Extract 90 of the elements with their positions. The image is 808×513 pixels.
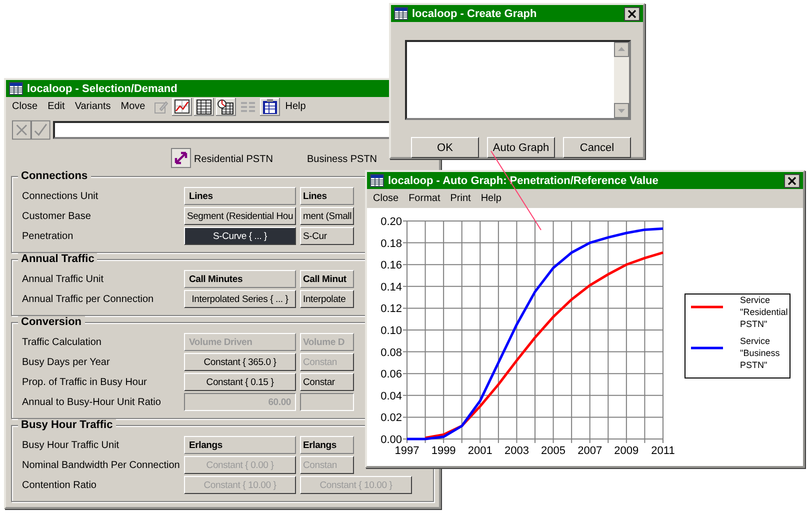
menu-item[interactable]: Print: [446, 193, 477, 204]
axis-tick-label: 0.06: [380, 368, 402, 381]
scroll-down-button[interactable]: [614, 103, 629, 118]
row-label: Contention Ratio: [21, 480, 98, 490]
dialog-button[interactable]: Auto Graph: [487, 137, 555, 158]
legend-label: Service "Residential PSTN": [740, 295, 788, 329]
menu-item[interactable]: Close: [369, 193, 405, 204]
row-label: Annual Traffic per Connection: [21, 294, 155, 304]
menu-item[interactable]: Help: [281, 101, 312, 112]
axis-tick-label: 0.10: [380, 325, 402, 337]
table-icon[interactable]: [194, 98, 214, 116]
row-label: Annual to Busy-Hour Unit Ratio: [21, 396, 162, 408]
app-icon: [9, 82, 23, 95]
app-icon: [394, 7, 408, 20]
axis-tick-label: 2005: [541, 445, 566, 457]
row-label: Nominal Bandwidth Per Connection: [21, 460, 181, 470]
value-button[interactable]: Constant { 0.15 }: [184, 373, 296, 391]
menu-item[interactable]: Move: [116, 101, 152, 112]
window-title: localoop - Selection/Demand: [27, 82, 178, 94]
axis-tick-label: 2003: [504, 445, 529, 457]
clipboard-icon[interactable]: [260, 98, 280, 116]
axis-tick-label: 2001: [468, 445, 492, 457]
unit-cell: Call Minut: [300, 270, 354, 288]
scroll-up-button[interactable]: [614, 42, 629, 57]
window-title: localoop - Create Graph: [412, 8, 537, 20]
value-button[interactable]: S-Curve { ... }: [184, 227, 296, 245]
group-title: Annual Traffic: [18, 253, 98, 265]
unit-cell: Erlangs: [300, 436, 354, 454]
unit-cell: Volume D: [300, 333, 354, 351]
cancel-icon[interactable]: [12, 120, 32, 140]
value-button[interactable]: Interpolate: [300, 290, 354, 308]
axis-tick-label: 0.02: [380, 412, 402, 424]
value-button[interactable]: Constar: [300, 373, 354, 391]
confirm-icon[interactable]: [31, 120, 51, 140]
scrollbar[interactable]: [614, 42, 629, 118]
axis-tick-label: 0.08: [380, 346, 402, 359]
column-header: Residential PSTN: [194, 154, 273, 165]
axis-tick-label: 0.16: [380, 260, 402, 272]
row-label: Busy Days per Year: [21, 356, 111, 368]
axis-tick-label: 0.18: [380, 238, 402, 250]
axis-tick-label: 0.12: [380, 303, 402, 316]
group-title: Connections: [18, 170, 91, 182]
value-field: 60.00: [184, 393, 296, 411]
list-box[interactable]: [405, 40, 631, 120]
axis-tick-label: 0.04: [380, 390, 402, 402]
axis-tick-label: 1997: [394, 445, 420, 457]
dialog-button[interactable]: OK: [411, 137, 479, 158]
axis-tick-label: 0.00: [380, 434, 402, 446]
row-label: Traffic Calculation: [21, 336, 102, 348]
unit-cell: Volume Driven: [184, 333, 296, 351]
menu-item[interactable]: Format: [404, 193, 446, 204]
row-label: Customer Base: [21, 210, 92, 222]
row-label: Connections Unit: [21, 190, 100, 202]
line-chart-icon[interactable]: [172, 98, 192, 116]
row-label: Busy Hour Traffic Unit: [21, 440, 120, 450]
close-button[interactable]: [784, 174, 800, 188]
app-icon: [370, 174, 384, 187]
axis-tick-label: 2009: [614, 445, 639, 457]
menu-item[interactable]: Close: [8, 101, 44, 112]
axis-tick-label: 0.20: [380, 216, 402, 228]
close-button[interactable]: [624, 6, 640, 20]
value-button[interactable]: S-Cur: [300, 227, 354, 245]
window-title: localoop - Auto Graph: Penetration/Reference Value: [388, 174, 658, 186]
unit-cell: Lines: [184, 187, 296, 205]
swap-icon[interactable]: [171, 148, 191, 168]
group-title: Busy Hour Traffic: [18, 419, 116, 431]
value-button[interactable]: Constant { 365.0 }: [184, 353, 296, 371]
menu-item[interactable]: Help: [476, 193, 508, 204]
unit-cell: Call Minutes: [184, 270, 296, 288]
row-label: Prop. of Traffic in Busy Hour: [21, 376, 148, 388]
group-title: Conversion: [18, 316, 85, 328]
value-button[interactable]: Interpolated Series { ... }: [184, 290, 296, 308]
axis-tick-label: 1999: [431, 445, 456, 457]
menu-item[interactable]: Edit: [44, 101, 71, 112]
legend-label: Service "Business PSTN": [740, 336, 780, 370]
value-button[interactable]: Segment (Residential Hou: [184, 207, 296, 225]
row-label: Annual Traffic Unit: [21, 274, 105, 284]
legend-line: [691, 346, 723, 350]
table-chart-icon[interactable]: [216, 98, 236, 116]
axis-tick-label: 0.14: [380, 281, 402, 294]
axis-tick-label: 2011: [651, 445, 675, 457]
dialog-button[interactable]: Cancel: [563, 137, 631, 158]
row-label: Penetration: [21, 230, 74, 242]
axis-tick-label: 2007: [578, 445, 602, 457]
unit-cell: Lines: [300, 187, 354, 205]
value-button[interactable]: ment (Small: [300, 207, 354, 225]
column-header: Business PSTN: [307, 154, 378, 165]
menu-item[interactable]: Variants: [70, 101, 117, 112]
legend-line: [691, 306, 723, 308]
unit-cell: Erlangs: [184, 436, 296, 454]
